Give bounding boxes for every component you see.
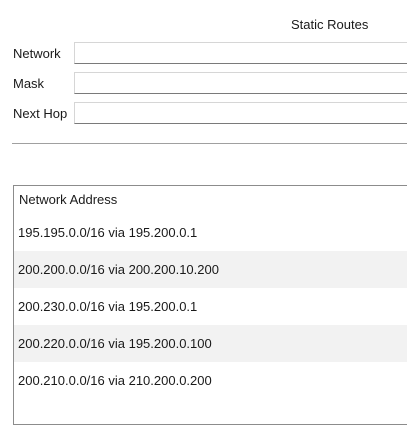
- mask-label: Mask: [13, 76, 45, 91]
- route-list-header: Network Address: [19, 192, 118, 207]
- route-list[interactable]: Network Address 195.195.0.0/16 via 195.2…: [13, 185, 407, 425]
- network-input[interactable]: [74, 42, 407, 64]
- network-label: Network: [13, 46, 61, 61]
- section-title: Static Routes: [291, 17, 369, 32]
- route-list-item[interactable]: 200.220.0.0/16 via 195.200.0.100: [14, 325, 407, 362]
- route-list-item[interactable]: 195.195.0.0/16 via 195.200.0.1: [14, 214, 407, 251]
- mask-row: Mask: [0, 72, 407, 96]
- route-list-item[interactable]: 200.230.0.0/16 via 195.200.0.1: [14, 288, 407, 325]
- route-list-item[interactable]: 200.210.0.0/16 via 210.200.0.200: [14, 362, 407, 399]
- mask-input[interactable]: [74, 72, 407, 94]
- next-hop-input[interactable]: [74, 102, 407, 124]
- route-list-item[interactable]: 200.200.0.0/16 via 200.200.10.200: [14, 251, 407, 288]
- next-hop-label: Next Hop: [13, 106, 68, 121]
- separator: [12, 143, 407, 144]
- network-row: Network: [0, 42, 407, 66]
- next-hop-row: Next Hop: [0, 102, 407, 126]
